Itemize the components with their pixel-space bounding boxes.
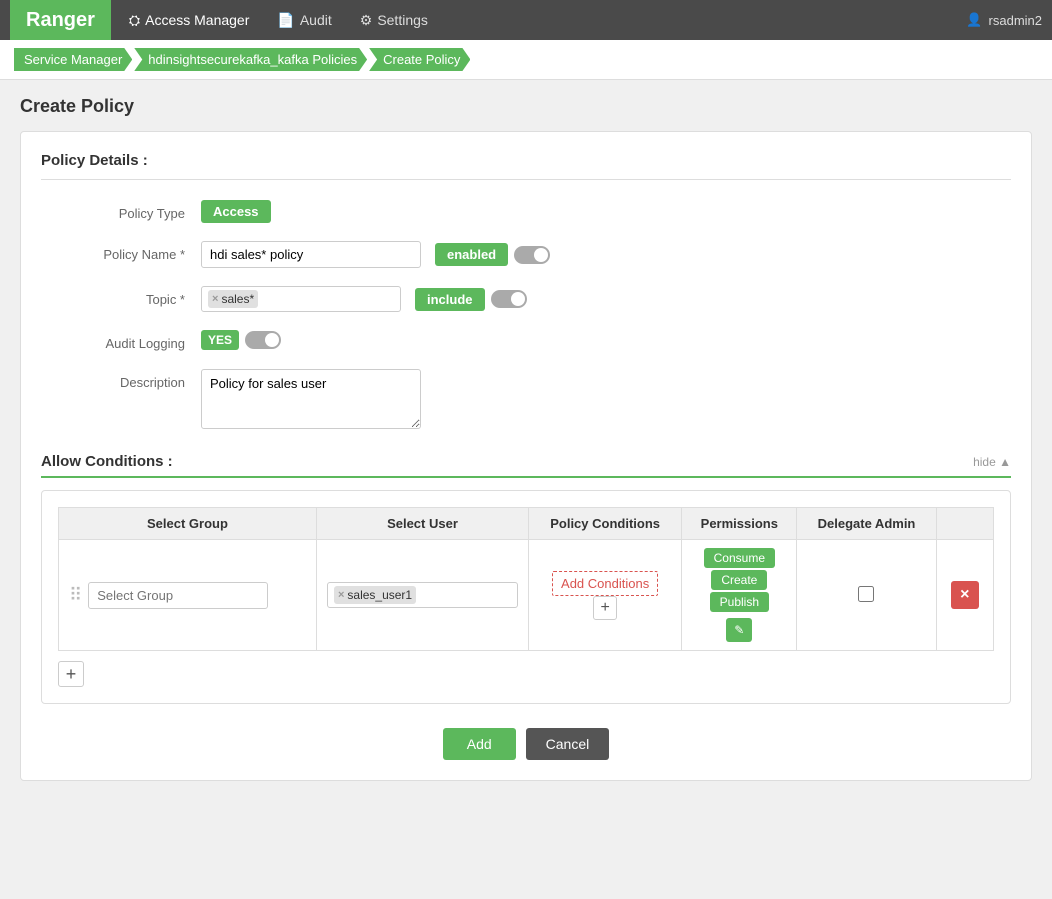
conditions-cell: Add Conditions +	[529, 540, 682, 651]
include-toggle[interactable]	[491, 290, 527, 308]
delete-cell: ×	[936, 540, 993, 651]
audit-logging-label: Audit Logging	[41, 330, 201, 351]
conditions-table: Select Group Select User Policy Conditio…	[58, 507, 994, 651]
delete-row-button[interactable]: ×	[951, 581, 979, 609]
topic-row: Topic * × sales* include	[41, 286, 1011, 312]
add-row-button[interactable]: +	[58, 661, 84, 687]
group-cell-inner: ⠿	[69, 582, 306, 609]
topic-tag-input[interactable]: × sales*	[201, 286, 401, 312]
breadcrumb-policies[interactable]: hdinsightsecurekafka_kafka Policies	[134, 48, 367, 71]
top-navigation: Ranger ⛭ Access Manager 📄 Audit ⚙ Settin…	[0, 0, 1052, 40]
allow-conditions-title: Allow Conditions :	[41, 453, 173, 470]
topic-tag-remove[interactable]: ×	[212, 293, 218, 305]
delegate-admin-checkbox[interactable]	[858, 586, 874, 602]
user-icon: 👤	[966, 12, 982, 28]
user-menu[interactable]: 👤 rsadmin2	[966, 12, 1042, 28]
perm-consume: Consume	[704, 548, 775, 568]
group-cell: ⠿	[59, 540, 317, 651]
policy-name-input[interactable]	[201, 241, 421, 268]
col-user-header: Select User	[316, 508, 528, 540]
description-textarea[interactable]: Policy for sales user	[201, 369, 421, 429]
audit-logging-controls: YES	[201, 330, 1011, 350]
drag-handle-icon[interactable]: ⠿	[69, 585, 88, 606]
policy-name-row: Policy Name * enabled	[41, 241, 1011, 268]
user-cell: × sales_user1	[316, 540, 528, 651]
conditions-plus-button[interactable]: +	[593, 596, 617, 620]
nav-access-manager[interactable]: ⛭ Access Manager	[115, 0, 263, 40]
col-action-header	[936, 508, 993, 540]
policy-type-row: Policy Type Access	[41, 200, 1011, 223]
policy-name-label: Policy Name *	[41, 241, 201, 262]
audit-logging-row: Audit Logging YES	[41, 330, 1011, 351]
table-row: ⠿ × sales_user1	[59, 540, 994, 651]
policy-type-label: Policy Type	[41, 200, 201, 221]
audit-yes-label: YES	[201, 330, 239, 350]
perm-publish: Publish	[710, 592, 769, 612]
col-delegate-header: Delegate Admin	[797, 508, 936, 540]
brand-logo[interactable]: Ranger	[10, 0, 111, 40]
nav-audit[interactable]: 📄 Audit	[263, 0, 345, 40]
perm-create: Create	[711, 570, 767, 590]
add-conditions-link[interactable]: Add Conditions	[552, 571, 658, 596]
policy-card: Policy Details : Policy Type Access Poli…	[20, 131, 1032, 781]
cancel-button[interactable]: Cancel	[526, 728, 610, 760]
topic-tag: × sales*	[208, 290, 258, 308]
policy-type-badge: Access	[201, 200, 271, 223]
file-icon: 📄	[277, 12, 294, 29]
col-conditions-header: Policy Conditions	[529, 508, 682, 540]
permissions-edit-button[interactable]: ✎	[726, 618, 752, 642]
audit-toggle-wrap: YES	[201, 330, 281, 350]
topic-controls: × sales* include	[201, 286, 1011, 312]
enabled-toggle[interactable]	[514, 246, 550, 264]
enabled-label: enabled	[435, 243, 508, 266]
gear-icon: ⚙	[360, 12, 373, 29]
select-group-input[interactable]	[88, 582, 268, 609]
description-label: Description	[41, 369, 201, 390]
main-content: Create Policy Policy Details : Policy Ty…	[0, 80, 1052, 797]
add-button[interactable]: Add	[443, 728, 516, 760]
topic-label: Topic *	[41, 286, 201, 307]
col-permissions-header: Permissions	[682, 508, 797, 540]
include-label: include	[415, 288, 485, 311]
breadcrumb: Service Manager hdinsightsecurekafka_kaf…	[0, 40, 1052, 80]
page-title: Create Policy	[20, 96, 1032, 117]
nav-settings[interactable]: ⚙ Settings	[346, 0, 442, 40]
col-group-header: Select Group	[59, 508, 317, 540]
policy-details-title: Policy Details :	[41, 152, 1011, 180]
user-tag-remove[interactable]: ×	[338, 589, 344, 601]
include-toggle-wrap: include	[415, 288, 527, 311]
description-controls: Policy for sales user	[201, 369, 1011, 429]
user-tag: × sales_user1	[334, 586, 416, 604]
enabled-toggle-wrap: enabled	[435, 243, 550, 266]
description-row: Description Policy for sales user	[41, 369, 1011, 429]
permissions-cell: Consume Create Publish ✎	[682, 540, 797, 651]
conditions-card: Select Group Select User Policy Conditio…	[41, 490, 1011, 704]
allow-conditions-header: Allow Conditions : hide ▲	[41, 453, 1011, 478]
shield-icon: ⛭	[129, 12, 140, 29]
delegate-admin-cell	[797, 540, 936, 651]
audit-toggle[interactable]	[245, 331, 281, 349]
bottom-actions: Add Cancel	[41, 728, 1011, 760]
policy-name-controls: enabled	[201, 241, 1011, 268]
policy-type-value-wrap: Access	[201, 200, 1011, 223]
user-tag-input[interactable]: × sales_user1	[327, 582, 518, 608]
hide-link[interactable]: hide ▲	[973, 455, 1011, 469]
breadcrumb-service-manager[interactable]: Service Manager	[14, 48, 132, 71]
breadcrumb-create-policy[interactable]: Create Policy	[369, 48, 470, 71]
